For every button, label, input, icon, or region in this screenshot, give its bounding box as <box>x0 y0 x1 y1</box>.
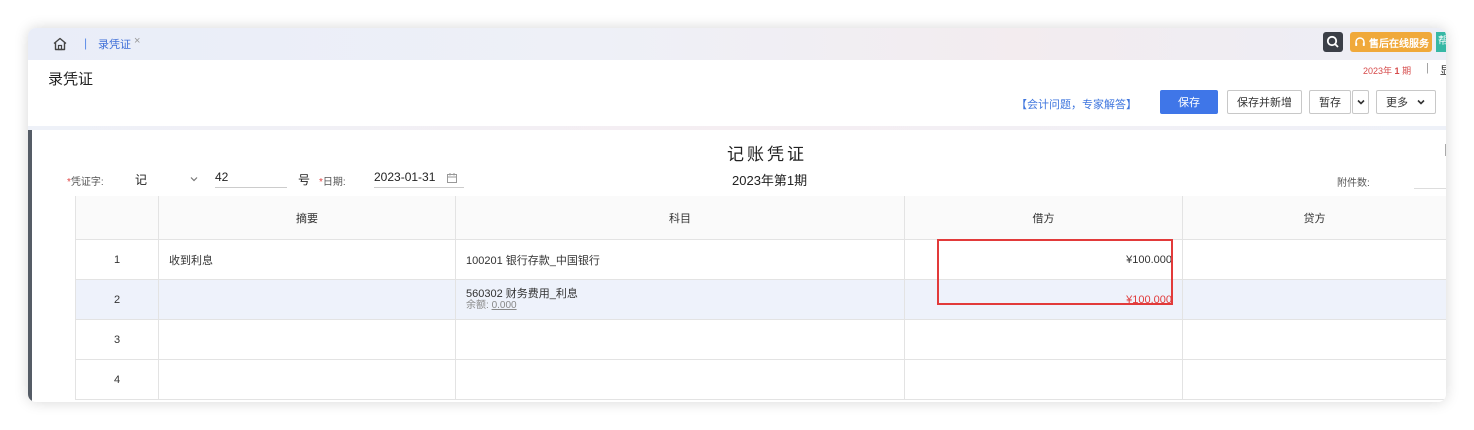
service-label: 售后在线服务 <box>1369 38 1429 50</box>
chevron-down-icon <box>1417 99 1425 105</box>
row-number: 2 <box>75 280 158 319</box>
row-number: 4 <box>75 360 158 399</box>
save-and-new-button[interactable]: 保存并新增 <box>1227 90 1302 114</box>
header-credit: 贷方 <box>1182 196 1446 239</box>
summary-cell[interactable]: 收到利息 <box>158 240 455 279</box>
temp-save-dropdown[interactable] <box>1352 90 1369 114</box>
attachment-count-input[interactable] <box>1414 188 1446 189</box>
voucher-form-row: *凭证字: 记 42 号 *日期: 2023-01-31 附件数: <box>47 170 1446 190</box>
debit-cell[interactable]: ¥100.000 <box>904 280 1182 319</box>
summary-cell[interactable] <box>158 360 455 399</box>
header-summary: 摘要 <box>158 196 455 239</box>
summary-cell[interactable] <box>158 320 455 359</box>
calendar-icon[interactable] <box>446 172 458 184</box>
chevron-down-icon[interactable] <box>189 174 199 184</box>
account-cell[interactable]: 100201 银行存款_中国银行 <box>455 240 904 279</box>
period-year: 2023年 <box>1363 66 1393 76</box>
voucher-type-label: *凭证字: <box>67 173 104 188</box>
credit-cell[interactable] <box>1182 320 1446 359</box>
home-icon[interactable] <box>52 36 68 52</box>
tab-close-icon[interactable]: × <box>134 35 140 47</box>
table-row[interactable]: 1 收到利息 100201 银行存款_中国银行 ¥100.000 <box>75 240 1446 280</box>
balance-label: 余额: <box>466 299 489 311</box>
account-cell[interactable] <box>455 320 904 359</box>
table-row[interactable]: 2 560302 财务费用_利息 余额: 0.000 ¥100.000 <box>75 280 1446 320</box>
number-suffix: 号 <box>298 173 311 187</box>
voucher-type-label-text: 凭证字: <box>70 177 104 188</box>
header-number <box>75 196 158 239</box>
voucher-title: 记账凭证 <box>727 145 807 164</box>
header-account: 科目 <box>455 196 904 239</box>
credit-cell[interactable] <box>1182 240 1446 279</box>
chevron-down-icon <box>1356 99 1365 105</box>
credit-cell[interactable] <box>1182 280 1446 319</box>
more-button[interactable]: 更多 <box>1376 90 1436 114</box>
date-label-text: 日期: <box>322 177 346 188</box>
more-label: 更多 <box>1386 97 1408 109</box>
display-toggle[interactable]: 显 <box>1440 62 1446 78</box>
tab-bar: | 录凭证 × 售后在线服务 帮 <box>28 28 1446 60</box>
balance-value[interactable]: 0.000 <box>492 300 517 311</box>
row-number: 3 <box>75 320 158 359</box>
table-row[interactable]: 4 <box>75 360 1446 400</box>
search-button[interactable] <box>1323 32 1343 52</box>
tab-separator: | <box>84 36 88 50</box>
search-icon <box>1326 35 1339 48</box>
date-label: *日期: <box>319 173 346 188</box>
account-wrap: 560302 财务费用_利息 余额: 0.000 <box>466 287 578 311</box>
credit-cell[interactable] <box>1182 360 1446 399</box>
panel-edge-mark <box>1445 144 1446 156</box>
save-button[interactable]: 保存 <box>1160 90 1218 114</box>
table-row[interactable]: 3 <box>75 320 1446 360</box>
table-header-row: 摘要 科目 借方 贷方 <box>75 196 1446 240</box>
debit-cell[interactable] <box>904 320 1182 359</box>
help-button[interactable]: 帮 <box>1436 32 1446 52</box>
voucher-type-select[interactable]: 记 <box>135 171 147 188</box>
period-separator: | <box>1426 62 1429 74</box>
page-header: 录凭证 2023年 1 期 | 显 【会计问题，专家解答】 保存 保存并新增 暂… <box>28 60 1446 126</box>
row-number: 1 <box>75 240 158 279</box>
headset-icon <box>1355 37 1365 46</box>
account-balance: 余额: 0.000 <box>466 300 578 311</box>
app-window: | 录凭证 × 售后在线服务 帮 录凭证 2023年 1 期 | 显 【会计问题… <box>28 28 1446 402</box>
after-sales-service-button[interactable]: 售后在线服务 <box>1350 32 1432 52</box>
debit-cell[interactable] <box>904 360 1182 399</box>
summary-cell[interactable] <box>158 280 455 319</box>
header-debit: 借方 <box>904 196 1182 239</box>
account-cell[interactable] <box>455 360 904 399</box>
voucher-panel: 记账凭证 2023年第1期 *凭证字: 记 42 号 *日期: 2023-01-… <box>47 130 1446 402</box>
voucher-number-input[interactable]: 42 <box>215 170 287 188</box>
debit-cell[interactable]: ¥100.000 <box>904 240 1182 279</box>
temp-save-button[interactable]: 暂存 <box>1309 90 1351 114</box>
period-unit: 期 <box>1402 66 1412 76</box>
period-number: 1 <box>1394 66 1400 76</box>
current-period[interactable]: 2023年 1 期 <box>1363 64 1411 77</box>
attachment-count-label: 附件数: <box>1337 178 1370 189</box>
expert-help-link[interactable]: 【会计问题，专家解答】 <box>1016 96 1137 112</box>
page-title: 录凭证 <box>48 71 94 88</box>
account-name: 560302 财务费用_利息 <box>466 287 578 300</box>
left-edge-bar <box>28 100 32 402</box>
account-cell[interactable]: 560302 财务费用_利息 余额: 0.000 <box>455 280 904 319</box>
tab-record-voucher[interactable]: 录凭证 <box>98 36 131 52</box>
